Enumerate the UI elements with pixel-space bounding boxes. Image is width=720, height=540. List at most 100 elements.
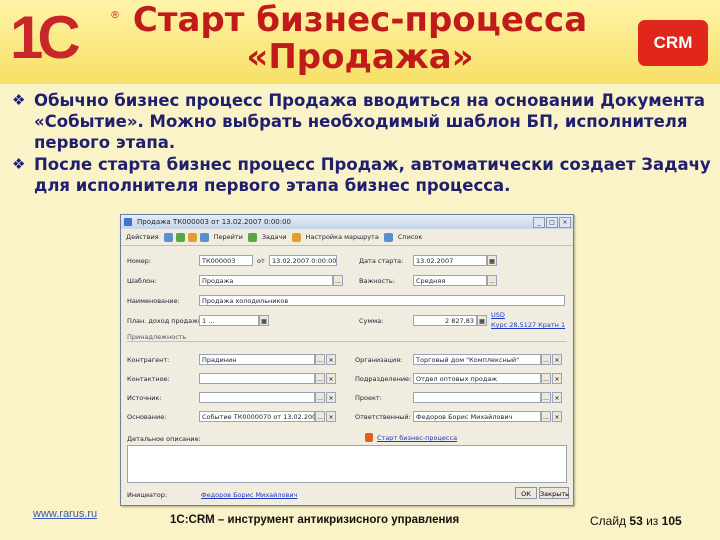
- save-icon[interactable]: [163, 232, 173, 242]
- section-divider: [127, 341, 567, 342]
- bullet-item: ❖ Обычно бизнес процесс Продажа вводитьс…: [12, 90, 712, 153]
- details-textarea[interactable]: [127, 445, 567, 483]
- minimize-button[interactable]: _: [533, 217, 545, 228]
- responsible-field[interactable]: Федоров Борис Михайлович: [413, 411, 541, 422]
- maximize-button[interactable]: □: [546, 217, 558, 228]
- importance-select-button[interactable]: …: [487, 275, 497, 286]
- ok-button[interactable]: ОК: [515, 487, 537, 499]
- actions-menu[interactable]: Действия: [124, 233, 161, 241]
- contact-clear-button[interactable]: ×: [326, 373, 336, 384]
- source-field[interactable]: [199, 392, 315, 403]
- date-field[interactable]: 13.02.2007 0:00:00: [269, 255, 337, 266]
- template-label: Шаблон:: [127, 277, 157, 285]
- division-field[interactable]: Отдел оптовых продаж: [413, 373, 541, 384]
- window-title: Продажа ТК000003 от 13.02.2007 0:00:00: [137, 218, 292, 226]
- source-label: Источник:: [127, 394, 162, 402]
- bullet-text: Обычно бизнес процесс Продажа вводиться …: [34, 91, 706, 152]
- template-select-button[interactable]: …: [333, 275, 343, 286]
- diamond-bullet-icon: ❖: [12, 155, 26, 173]
- diamond-bullet-icon: ❖: [12, 91, 26, 109]
- division-select-button[interactable]: …: [541, 373, 551, 384]
- copy-icon[interactable]: [187, 232, 197, 242]
- basis-field[interactable]: Событие ТК0000070 от 13.02.2007: [199, 411, 315, 422]
- basis-label: Основание:: [127, 413, 167, 421]
- initiator-label: Инициатор:: [127, 491, 168, 499]
- slide-prefix: Слайд: [590, 514, 627, 528]
- basis-clear-button[interactable]: ×: [326, 411, 336, 422]
- section-label: Принадлежность: [127, 333, 187, 341]
- division-label: Подразделение:: [355, 375, 412, 383]
- calendar-button[interactable]: ▦: [487, 255, 497, 266]
- project-label: Проект:: [355, 394, 382, 402]
- title-line-1: Старт бизнес-процесса: [132, 0, 588, 40]
- counterparty-clear-button[interactable]: ×: [326, 354, 336, 365]
- business-process-window: Продажа ТК000003 от 13.02.2007 0:00:00 _…: [120, 214, 574, 506]
- 1c-logo: 1С ®: [10, 8, 122, 68]
- slide-number: 53: [629, 514, 643, 528]
- organization-select-button[interactable]: …: [541, 354, 551, 365]
- refresh-icon[interactable]: [175, 232, 185, 242]
- sum-label: Сумма:: [359, 317, 384, 325]
- counterparty-field[interactable]: Прадинин: [199, 354, 315, 365]
- counterparty-label: Контрагент:: [127, 356, 170, 364]
- organization-label: Организация:: [355, 356, 403, 364]
- contact-field[interactable]: [199, 373, 315, 384]
- organization-field[interactable]: Торговый дом "Комплексный": [413, 354, 541, 365]
- project-select-button[interactable]: …: [541, 392, 551, 403]
- importance-field[interactable]: Средняя: [413, 275, 487, 286]
- title-line-2: «Продажа»: [246, 37, 474, 77]
- slide-of: из: [646, 514, 659, 528]
- calculator-button[interactable]: ▦: [477, 315, 487, 326]
- tasks-button[interactable]: Задачи: [260, 233, 289, 241]
- toolbar: Действия Перейти Задачи Настройка маршру…: [121, 229, 573, 246]
- footer-tagline: 1С:CRM – инструмент антикризисного управ…: [170, 514, 460, 526]
- basis-select-button[interactable]: …: [315, 411, 325, 422]
- plan-income-label: План. доход продажи:: [127, 317, 205, 325]
- responsible-clear-button[interactable]: ×: [552, 411, 562, 422]
- plan-income-field[interactable]: 1 ...: [199, 315, 259, 326]
- responsible-select-button[interactable]: …: [541, 411, 551, 422]
- start-date-field[interactable]: 13.02.2007: [413, 255, 487, 266]
- registered-icon: ®: [110, 10, 120, 21]
- crm-badge: CRM: [638, 20, 708, 66]
- route-icon[interactable]: [291, 232, 301, 242]
- bullet-list: ❖ Обычно бизнес процесс Продажа вводитьс…: [12, 90, 712, 197]
- process-start-icon: [365, 433, 373, 442]
- close-button[interactable]: ×: [559, 217, 571, 228]
- start-process-link[interactable]: Старт бизнес-процесса: [377, 434, 457, 442]
- close-form-button[interactable]: Закрыть: [539, 487, 569, 499]
- name-field[interactable]: Продажа холодильников: [199, 295, 565, 306]
- responsible-label: Ответственный:: [355, 413, 411, 421]
- window-titlebar[interactable]: Продажа ТК000003 от 13.02.2007 0:00:00 _…: [121, 215, 573, 229]
- window-controls: _ □ ×: [533, 217, 571, 228]
- number-label: Номер:: [127, 257, 152, 265]
- initiator-link[interactable]: Федоров Борис Михайлович: [201, 491, 297, 499]
- tasks-icon[interactable]: [247, 232, 257, 242]
- source-clear-button[interactable]: ×: [326, 392, 336, 403]
- sum-field[interactable]: 2 827,83: [413, 315, 477, 326]
- structure-icon[interactable]: [199, 232, 209, 242]
- logo-text: 1С: [10, 4, 81, 71]
- template-field[interactable]: Продажа: [199, 275, 333, 286]
- division-clear-button[interactable]: ×: [552, 373, 562, 384]
- bullet-item: ❖ После старта бизнес процесс Продаж, ав…: [12, 154, 712, 196]
- route-settings-button[interactable]: Настройка маршрута: [304, 233, 381, 241]
- project-field[interactable]: [413, 392, 541, 403]
- slide-total: 105: [661, 514, 682, 528]
- list-button[interactable]: Список: [396, 233, 425, 241]
- document-icon: [124, 218, 132, 226]
- number-field[interactable]: ТК000003: [199, 255, 253, 266]
- list-icon[interactable]: [383, 232, 393, 242]
- name-label: Наименование:: [127, 297, 180, 305]
- contact-select-button[interactable]: …: [315, 373, 325, 384]
- project-clear-button[interactable]: ×: [552, 392, 562, 403]
- goto-menu[interactable]: Перейти: [212, 233, 245, 241]
- source-select-button[interactable]: …: [315, 392, 325, 403]
- slide-title: Старт бизнес-процесса «Продажа»: [130, 2, 590, 76]
- organization-clear-button[interactable]: ×: [552, 354, 562, 365]
- website-link[interactable]: www.rarus.ru: [33, 508, 97, 520]
- currency-link[interactable]: USD: [491, 311, 505, 319]
- counterparty-select-button[interactable]: …: [315, 354, 325, 365]
- plan-calendar-button[interactable]: ▦: [259, 315, 269, 326]
- rate-link[interactable]: Курс 28,5127 Кратн 1: [491, 321, 565, 329]
